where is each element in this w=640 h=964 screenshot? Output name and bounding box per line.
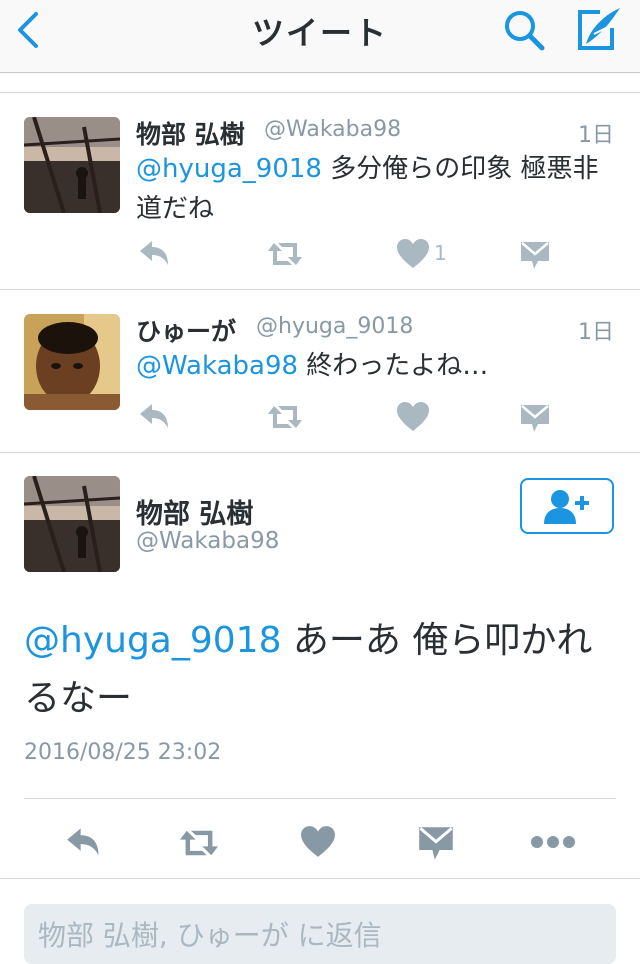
follow-button[interactable] (520, 478, 614, 534)
tweet-text-part: 終わったよね… (298, 351, 489, 381)
divider (24, 798, 616, 799)
reply-icon[interactable] (64, 824, 104, 862)
mention-link[interactable]: @Wakaba98 (136, 351, 298, 381)
divider (0, 452, 640, 453)
tweet-text: @Wakaba98 終わったよね… (136, 346, 616, 386)
avatar[interactable] (24, 314, 120, 410)
retweet-icon[interactable] (266, 237, 304, 271)
tweet-time: 1日 (578, 320, 614, 345)
reply-icon[interactable] (138, 400, 172, 434)
avatar[interactable] (24, 476, 120, 572)
reply-input[interactable]: 物部 弘樹, ひゅーが に返信 (24, 904, 616, 964)
reply-placeholder: 物部 弘樹, ひゅーが に返信 (38, 919, 382, 952)
tweet-timestamp: 2016/08/25 23:02 (24, 740, 222, 765)
mention-link[interactable]: @hyuga_9018 (136, 154, 322, 184)
retweet-icon[interactable] (176, 824, 222, 862)
user-handle[interactable]: @hyuga_9018 (256, 314, 413, 339)
tweet-text-part: 道だね (136, 194, 215, 224)
compose-icon[interactable] (572, 4, 624, 56)
dm-icon[interactable] (520, 239, 550, 273)
divider (0, 878, 640, 879)
avatar[interactable] (24, 117, 120, 213)
like-count: 1 (434, 241, 447, 265)
tweet-item[interactable]: ひゅーが @hyuga_9018 1日 @Wakaba98 終わったよね… (0, 290, 640, 452)
user-name[interactable]: ひゅーが (136, 312, 236, 348)
avatar-image-icon (24, 476, 120, 572)
tweet-text-part: あーあ 俺ら叩かれ (281, 620, 593, 661)
tweet-text: @hyuga_9018 多分俺らの印象 極悪非 道だね (136, 149, 616, 229)
focused-user-name[interactable]: 物部 弘樹 (136, 492, 253, 531)
tweet-text-part: るなー (24, 678, 133, 719)
dm-icon[interactable] (418, 826, 454, 862)
like-icon[interactable] (300, 824, 336, 860)
user-handle[interactable]: @Wakaba98 (264, 117, 401, 142)
retweet-icon[interactable] (266, 400, 304, 434)
avatar-image-icon (24, 117, 120, 213)
avatar-image-icon (24, 314, 120, 410)
navigation-bar: ツイート (0, 0, 640, 73)
mention-link[interactable]: @hyuga_9018 (24, 620, 281, 661)
tweet-item[interactable]: 物部 弘樹 @Wakaba98 1日 @hyuga_9018 多分俺らの印象 極… (0, 93, 640, 289)
focused-user-handle[interactable]: @Wakaba98 (136, 528, 279, 554)
search-icon[interactable] (500, 6, 548, 54)
more-icon[interactable] (530, 834, 576, 850)
user-name[interactable]: 物部 弘樹 (136, 115, 245, 151)
tweet-text-part: 多分俺らの印象 極悪非 (321, 154, 599, 184)
tweet-time: 1日 (578, 123, 614, 148)
like-icon[interactable] (396, 400, 430, 434)
like-icon[interactable] (396, 237, 430, 271)
reply-icon[interactable] (138, 237, 172, 271)
follow-icon (544, 490, 589, 524)
dm-icon[interactable] (520, 402, 550, 436)
focused-tweet-text: @hyuga_9018 あーあ 俺ら叩かれ るなー (24, 612, 624, 728)
